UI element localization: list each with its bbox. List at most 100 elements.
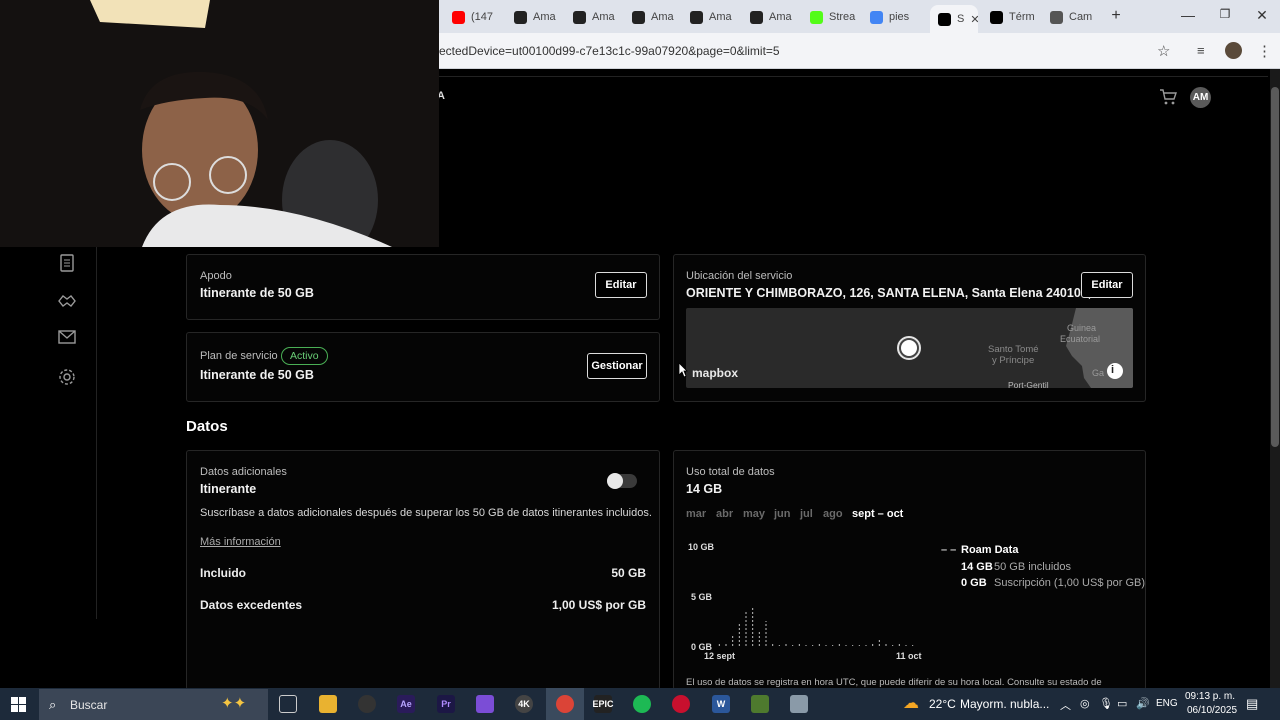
task-view-icon[interactable]: [279, 695, 297, 713]
plan-label: Plan de servicio: [200, 350, 278, 362]
new-tab-button[interactable]: +: [1106, 7, 1126, 25]
user-avatar[interactable]: AM: [1190, 87, 1211, 108]
browser-tab[interactable]: (147: [452, 5, 502, 29]
browser-tab[interactable]: Ama: [690, 5, 740, 29]
spotify-icon[interactable]: [633, 695, 651, 713]
epic-games-icon[interactable]: EPIC: [593, 695, 614, 713]
mail-nav-icon[interactable]: [58, 330, 76, 348]
browser-tab[interactable]: Ama: [573, 5, 623, 29]
app-icon[interactable]: [672, 695, 690, 713]
tray-chevron-icon[interactable]: ︿: [1060, 697, 1071, 713]
browser-tab[interactable]: Ama: [632, 5, 682, 29]
mapbox-logo: mapbox: [692, 366, 739, 380]
browser-tab[interactable]: S ✕: [930, 5, 978, 33]
nickname-label: Apodo: [200, 270, 232, 282]
4k-downloader-icon[interactable]: 4K: [515, 695, 533, 713]
profile-avatar-icon[interactable]: [1225, 42, 1242, 59]
map-info-icon[interactable]: i: [1111, 364, 1114, 376]
month-tab[interactable]: ago: [823, 508, 843, 520]
service-map[interactable]: mapbox Guinea Ecuatorial Santo Tomé y Pr…: [686, 308, 1133, 388]
x-tick-label: 12 sept: [704, 651, 736, 661]
app-icon[interactable]: [476, 695, 494, 713]
included-label: Incluido: [200, 566, 246, 580]
search-placeholder: Buscar: [70, 698, 108, 712]
document-nav-icon[interactable]: [58, 254, 76, 272]
browser-menu-icon[interactable]: ⋮: [1257, 42, 1272, 60]
davinci-icon[interactable]: [358, 695, 376, 713]
taskbar-search-box[interactable]: ⌕ Buscar ✦✦: [39, 689, 268, 720]
browser-tab[interactable]: Cam: [1050, 5, 1100, 29]
browser-tab[interactable]: Strea: [810, 5, 860, 29]
browser-tab[interactable]: Térm: [990, 5, 1040, 29]
month-tab[interactable]: abr: [716, 508, 733, 520]
edit-location-button[interactable]: Editar: [1081, 272, 1133, 298]
usage-chart: [718, 607, 914, 646]
close-window-button[interactable]: ✕: [1252, 7, 1272, 24]
month-tab[interactable]: jun: [774, 508, 791, 520]
bookmark-star-icon[interactable]: ☆: [1157, 42, 1170, 60]
clock-time[interactable]: 09:13 p. m.: [1185, 691, 1235, 702]
browser-tab[interactable]: pies: [870, 5, 920, 29]
media-controls-icon[interactable]: ≡: [1197, 43, 1205, 58]
microphone-icon[interactable]: 🎙: [1099, 697, 1113, 710]
scrollbar-thumb[interactable]: [1271, 87, 1279, 447]
map-place-label: Santo Tomé: [988, 344, 1039, 355]
word-icon[interactable]: W: [712, 695, 730, 713]
edit-nickname-button[interactable]: Editar: [595, 272, 647, 298]
weather-desc[interactable]: Mayorm. nubla...: [960, 697, 1049, 711]
legend-row-value: 0 GB: [961, 577, 987, 589]
premiere-icon[interactable]: Pr: [437, 695, 455, 713]
after-effects-icon[interactable]: Ae: [397, 695, 415, 713]
close-tab-icon[interactable]: ✕: [970, 13, 978, 26]
webcam-overlay: [0, 0, 439, 247]
tab-label: Térm: [1009, 11, 1035, 23]
amazon-icon: [632, 10, 645, 24]
network-icon[interactable]: ▭: [1117, 697, 1127, 710]
cart-icon[interactable]: [1159, 88, 1177, 111]
youtube-icon: [452, 10, 465, 24]
manage-plan-button[interactable]: Gestionar: [587, 353, 647, 379]
weather-temp[interactable]: 22°C: [929, 697, 956, 711]
data-section-heading: Datos: [186, 418, 228, 435]
chrome-icon[interactable]: [556, 695, 574, 713]
windows-taskbar: ⌕ Buscar ✦✦ Ae Pr 4K EPIC W ☁ 22°C Mayor…: [0, 688, 1280, 720]
search-highlight-icon: ✦✦: [221, 695, 247, 712]
volume-icon[interactable]: 🔊: [1136, 697, 1150, 710]
map-place-label: Ecuatorial: [1060, 334, 1101, 344]
month-tab[interactable]: jul: [800, 508, 813, 520]
browser-tab[interactable]: Ama: [514, 5, 564, 29]
settings-gear-icon[interactable]: [58, 368, 76, 386]
included-value: 50 GB: [611, 566, 646, 580]
minimize-button[interactable]: —: [1178, 7, 1198, 23]
month-tab-selected[interactable]: sept – oct: [852, 508, 903, 520]
url-field[interactable]: ectedDevice=ut00100d99-c7e13c1c-99a07920…: [439, 44, 780, 58]
browser-tab[interactable]: Ama: [750, 5, 800, 29]
file-explorer-icon[interactable]: [319, 695, 337, 713]
tab-label: pies: [889, 11, 910, 23]
location-value: ORIENTE Y CHIMBORAZO, 126, SANTA ELENA, …: [686, 286, 1113, 300]
additional-data-toggle[interactable]: [607, 473, 637, 489]
page-scrollbar[interactable]: [1270, 69, 1280, 688]
handshake-nav-icon[interactable]: [58, 292, 76, 310]
app-icon[interactable]: [790, 695, 808, 713]
tab-label: Ama: [769, 11, 792, 23]
clock-date[interactable]: 06/10/2025: [1187, 705, 1237, 716]
weather-icon[interactable]: ☁: [903, 693, 919, 713]
legend-row-desc: 50 GB incluidos: [994, 561, 1072, 573]
plan-value: Itinerante de 50 GB: [200, 368, 314, 382]
additional-data-label: Datos adicionales: [200, 466, 287, 478]
amazon-icon: [514, 10, 527, 24]
nickname-value: Itinerante de 50 GB: [200, 286, 314, 300]
notifications-icon[interactable]: ▤: [1246, 696, 1258, 712]
app-icon[interactable]: [751, 695, 769, 713]
maximize-button[interactable]: ❐: [1215, 7, 1235, 21]
amazon-icon: [573, 10, 586, 24]
windows-start-icon[interactable]: [11, 697, 26, 717]
month-tab[interactable]: may: [743, 508, 765, 520]
more-info-link[interactable]: Más información: [200, 536, 281, 548]
month-tab[interactable]: mar: [686, 508, 706, 520]
tab-label: (147: [471, 11, 494, 23]
mouse-cursor-icon: [678, 362, 688, 383]
tray-app-icon[interactable]: ◎: [1080, 697, 1090, 710]
language-indicator[interactable]: ENG: [1156, 698, 1178, 709]
